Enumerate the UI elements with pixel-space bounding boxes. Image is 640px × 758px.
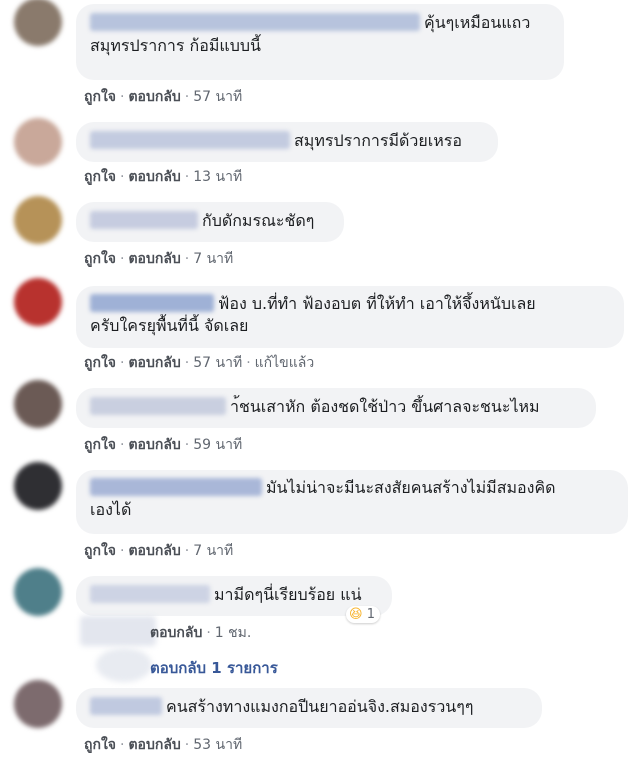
avatar[interactable] (14, 0, 62, 46)
reply-link[interactable]: ตอบกลับ (128, 89, 180, 105)
comment-text: มันไม่น่าจะมีนะสงสัยคนสร้างไม่มีสมองคิด (266, 478, 556, 497)
reply-link[interactable]: ตอบกลับ (128, 543, 180, 559)
comment-text: า้ชนเสาหัก ต้องชดใช้ป่าว ขึ้นศาลจะชนะไหม (230, 397, 540, 416)
timestamp[interactable]: 7 นาที (193, 251, 233, 267)
comment-text: คนสร้างทางแมงกอปีนยาออ่นจิง.สมองรวนๆๆ (166, 697, 474, 716)
view-replies-link[interactable]: ตอบกลับ 1 รายการ (150, 656, 278, 680)
comment-bubble: คนสร้างทางแมงกอปีนยาออ่นจิง.สมองรวนๆๆ (76, 688, 542, 728)
separator: · (120, 543, 125, 559)
comment-bubble: คุ้นๆเหมือนแถว สมุทรปราการ ก้อมีแบบนี้ (76, 4, 564, 80)
comment-actions: ตอบกลับ · 1 ชม. (150, 622, 251, 644)
reply-link[interactable]: ตอบกลับ (128, 251, 180, 267)
timestamp[interactable]: 57 นาที (193, 89, 242, 105)
timestamp[interactable]: 13 นาที (193, 169, 242, 185)
reply-link[interactable]: ตอบกลับ (128, 437, 180, 453)
edited-label[interactable]: แก้ไขแล้ว (255, 355, 315, 371)
avatar[interactable] (14, 380, 62, 428)
timestamp[interactable]: 53 นาที (193, 737, 242, 753)
comment-actions: ถูกใจ · ตอบกลับ · 57 นาที · แก้ไขแล้ว (84, 352, 314, 374)
avatar[interactable] (14, 196, 62, 244)
commenter-name[interactable] (90, 478, 262, 496)
like-link[interactable]: ถูกใจ (84, 169, 116, 185)
separator: · (120, 355, 125, 371)
comment-actions: ถูกใจ · ตอบกลับ · 7 นาที (84, 248, 233, 270)
comment-bubble: สมุทรปราการมีด้วยเหรอ (76, 122, 498, 162)
separator: · (184, 89, 190, 105)
laughing-emoji-icon: 😆 (349, 607, 363, 622)
blurred-region (96, 648, 152, 682)
separator: · (184, 437, 190, 453)
separator: · (120, 737, 125, 753)
commenter-name[interactable] (90, 211, 198, 229)
comment-bubble: กับดักมรณะชัดๆ (76, 202, 344, 242)
reaction-badge[interactable]: 😆 1 (346, 606, 380, 623)
blurred-region (80, 616, 156, 646)
avatar[interactable] (14, 278, 62, 326)
separator: · (120, 437, 125, 453)
like-link[interactable]: ถูกใจ (84, 355, 116, 371)
comment-actions: ถูกใจ · ตอบกลับ · 7 นาที (84, 540, 233, 562)
separator: · (246, 355, 251, 371)
comment-text: สมุทรปราการมีด้วยเหรอ (294, 131, 462, 150)
comment-bubble: มันไม่น่าจะมีนะสงสัยคนสร้างไม่มีสมองคิด … (76, 470, 628, 534)
timestamp[interactable]: 57 นาที (193, 355, 242, 371)
timestamp[interactable]: 1 ชม. (215, 625, 252, 641)
comment-text: เองได้ (90, 500, 132, 519)
comment-actions: ถูกใจ · ตอบกลับ · 53 นาที (84, 734, 242, 756)
reply-link[interactable]: ตอบกลับ (128, 169, 180, 185)
avatar[interactable] (14, 568, 62, 616)
comment-text: มามีดๆนี่เรียบร้อย แน่ (214, 585, 362, 604)
like-link[interactable]: ถูกใจ (84, 251, 116, 267)
timestamp[interactable]: 59 นาที (193, 437, 242, 453)
reply-link[interactable]: ตอบกลับ (150, 625, 202, 641)
commenter-name[interactable] (90, 697, 162, 715)
commenter-name[interactable] (90, 13, 420, 31)
separator: · (120, 251, 125, 267)
reply-link[interactable]: ตอบกลับ (128, 355, 180, 371)
comment-bubble: า้ชนเสาหัก ต้องชดใช้ป่าว ขึ้นศาลจะชนะไหม (76, 388, 596, 428)
timestamp[interactable]: 7 นาที (193, 543, 233, 559)
separator: · (184, 355, 190, 371)
separator: · (184, 737, 190, 753)
reaction-count: 1 (366, 607, 375, 622)
like-link[interactable]: ถูกใจ (84, 89, 116, 105)
avatar[interactable] (14, 118, 62, 166)
commenter-name[interactable] (90, 397, 226, 415)
separator: · (120, 89, 125, 105)
comment-bubble: มามีดๆนี่เรียบร้อย แน่ (76, 576, 392, 616)
comment-text: ฟ้อง บ.ที่ทำ ฟ้องอบต ที่ให้ทำ เอาให้จึ้ง… (218, 294, 536, 313)
separator: · (184, 543, 190, 559)
comment-text: ครับใครยุพื้นที่นี้ จัดเลย (90, 316, 249, 335)
like-link[interactable]: ถูกใจ (84, 543, 116, 559)
comment-actions: ถูกใจ · ตอบกลับ · 59 นาที (84, 434, 242, 456)
comment-actions: ถูกใจ · ตอบกลับ · 57 นาที (84, 86, 242, 108)
comment-text: สมุทรปราการ ก้อมีแบบนี้ (90, 36, 261, 55)
reply-link[interactable]: ตอบกลับ (128, 737, 180, 753)
comment-text: คุ้นๆเหมือนแถว (424, 13, 531, 32)
comment-text: กับดักมรณะชัดๆ (202, 211, 315, 230)
like-link[interactable]: ถูกใจ (84, 437, 116, 453)
avatar[interactable] (14, 680, 62, 728)
commenter-name[interactable] (90, 131, 290, 149)
like-link[interactable]: ถูกใจ (84, 737, 116, 753)
commenter-name[interactable] (90, 294, 214, 312)
avatar[interactable] (14, 462, 62, 510)
separator: · (184, 169, 190, 185)
comment-actions: ถูกใจ · ตอบกลับ · 13 นาที (84, 166, 242, 188)
separator: · (206, 625, 211, 641)
comment-bubble: ฟ้อง บ.ที่ทำ ฟ้องอบต ที่ให้ทำ เอาให้จึ้ง… (76, 286, 624, 348)
separator: · (120, 169, 125, 185)
separator: · (184, 251, 190, 267)
commenter-name[interactable] (90, 585, 210, 603)
